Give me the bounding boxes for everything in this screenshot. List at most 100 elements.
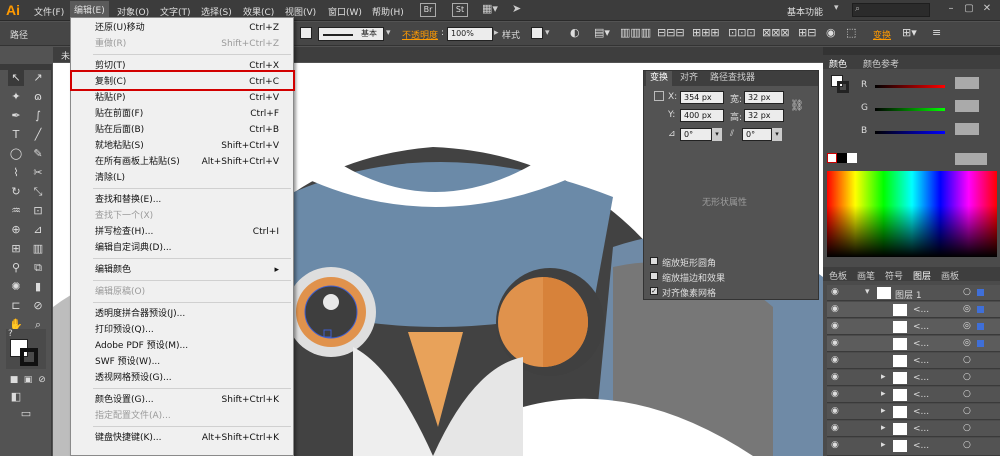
recolor-icon[interactable]: ◐ — [570, 26, 580, 39]
eye-icon[interactable]: ◉ — [831, 423, 839, 433]
chevron-right-icon[interactable]: ▸ — [881, 372, 886, 382]
opacity-input[interactable]: 100% — [447, 27, 493, 41]
mesh-tool-icon[interactable]: ⊞ — [8, 241, 24, 257]
b-value[interactable] — [955, 123, 979, 135]
menu-item-adobe-pdf-presets[interactable]: Adobe PDF 预设(M)... — [71, 338, 293, 354]
menu-item-edit-colors[interactable]: 编辑颜色 ▸ — [71, 262, 293, 278]
brush-tool-icon[interactable]: ⌇ — [8, 165, 24, 181]
eye-icon[interactable]: ◉ — [831, 321, 839, 331]
chevron-right-icon[interactable]: ▸ — [881, 440, 886, 450]
tab-color-guide[interactable]: 颜色参考 — [863, 57, 899, 70]
pixel-grid-checkbox[interactable]: ✓ — [650, 287, 658, 295]
chevron-down-icon[interactable]: ▾ — [712, 128, 722, 141]
opacity-label[interactable]: 不透明度 — [402, 28, 438, 41]
curvature-tool-icon[interactable]: ∫ — [30, 108, 46, 124]
search-input[interactable]: ⌕ — [852, 3, 930, 17]
gradient-tool-icon[interactable]: ▥ — [30, 241, 46, 257]
sublayer-name[interactable]: <... — [913, 373, 929, 383]
blend-tool-icon[interactable]: ⧉ — [30, 260, 46, 276]
edit-icon[interactable]: ⬚ — [846, 26, 856, 39]
minimize-icon[interactable]: – — [944, 3, 958, 17]
eye-icon[interactable]: ◉ — [831, 406, 839, 416]
menu-item-paste-on-all-artboards[interactable]: 在所有画板上粘贴(S) Alt+Shift+Ctrl+V — [71, 154, 293, 170]
none-mode-icon[interactable]: ⊘ — [34, 372, 50, 388]
h-input[interactable]: 32 px — [744, 109, 784, 122]
scale-strokes-checkbox[interactable] — [650, 272, 658, 280]
rotate-tool-icon[interactable]: ↻ — [8, 184, 24, 200]
menu-item-paste-in-back[interactable]: 贴在后面(B) Ctrl+B — [71, 122, 293, 138]
chevron-right-icon[interactable]: ▸ — [881, 389, 886, 399]
selection-indicator[interactable] — [977, 306, 984, 313]
arrange-icon[interactable]: ▦▾ — [482, 2, 498, 15]
menu-item-paste[interactable]: 粘贴(P) Ctrl+V — [71, 90, 293, 106]
stock-badge[interactable]: St — [452, 3, 468, 17]
direct-selection-tool-icon[interactable]: ↗ — [30, 70, 46, 86]
layer-row[interactable]: ◉ <... ◎ — [827, 302, 1000, 318]
menu-item-paste-in-place[interactable]: 就地粘贴(S) Shift+Ctrl+V — [71, 138, 293, 154]
distribute-icon[interactable]: ▥▥▥ — [620, 26, 651, 39]
target-icon[interactable]: ○ — [963, 423, 971, 433]
help-icon[interactable]: ? — [8, 329, 13, 339]
sublayer-name[interactable]: <... — [913, 356, 929, 366]
target-icon[interactable]: ○ — [963, 287, 971, 297]
menu-window[interactable]: 窗口(W) — [328, 5, 362, 18]
selection-indicator[interactable] — [977, 289, 984, 296]
align-left-icon[interactable]: ⊟⊟⊟ — [657, 26, 685, 39]
menu-item-swf-presets[interactable]: SWF 预设(W)... — [71, 354, 293, 370]
target-icon[interactable]: ○ — [963, 440, 971, 450]
menu-item-transparency-flattener-presets[interactable]: 透明度拼合器预设(J)... — [71, 306, 293, 322]
rotate-input[interactable]: 0° — [680, 128, 712, 141]
sublayer-name[interactable]: <... — [913, 424, 929, 434]
chevron-down-icon[interactable]: ▾ — [865, 287, 870, 297]
chevron-down-icon[interactable]: ▾ — [386, 28, 391, 38]
stroke-weight-field[interactable] — [300, 27, 312, 39]
lasso-tool-icon[interactable]: ɷ — [30, 89, 46, 105]
symbol-sprayer-tool-icon[interactable]: ✺ — [8, 279, 24, 295]
distribute-h-icon[interactable]: ⊠⊠⊠ — [762, 26, 790, 39]
eye-icon[interactable]: ◉ — [831, 304, 839, 314]
eye-icon[interactable]: ◉ — [831, 372, 839, 382]
menu-item-edit-custom-dictionary[interactable]: 编辑自定词典(D)... — [71, 240, 293, 256]
transform-link[interactable]: 变换 — [873, 28, 891, 41]
chevron-down-icon[interactable]: ▾ — [834, 3, 839, 13]
distribute-spacing-icon[interactable]: ⊡⊡⊡ — [728, 26, 756, 39]
chevron-down-icon[interactable]: ▾ — [772, 128, 782, 141]
white-swatch[interactable] — [847, 153, 857, 163]
tab-pathfinder[interactable]: 路径查找器 — [706, 71, 759, 86]
scale-tool-icon[interactable]: ⤡ — [30, 184, 46, 200]
chevron-right-icon[interactable]: ▸ — [494, 28, 499, 38]
menu-item-undo[interactable]: 还原(U)移动 Ctrl+Z — [71, 20, 293, 36]
ellipse-tool-icon[interactable]: ◯ — [8, 146, 24, 162]
shape-builder-tool-icon[interactable]: ⊕ — [8, 222, 24, 238]
menu-item-keyboard-shortcuts[interactable]: 键盘快捷键(K)... Alt+Shift+Ctrl+K — [71, 430, 293, 446]
chevron-right-icon[interactable]: ▸ — [881, 423, 886, 433]
tab-layers[interactable]: 图层 — [913, 269, 931, 282]
free-transform-tool-icon[interactable]: ⊡ — [30, 203, 46, 219]
maximize-icon[interactable]: ▢ — [962, 3, 976, 17]
eye-icon[interactable]: ◉ — [831, 338, 839, 348]
layer-row[interactable]: ◉ <... ◎ — [827, 319, 1000, 335]
workspace-switcher[interactable]: 基本功能 — [787, 5, 823, 18]
sublayer-name[interactable]: <... — [913, 390, 929, 400]
layer-row[interactable]: ◉ <... ○ — [827, 353, 1000, 369]
layer-row[interactable]: ◉ ▸ <... ○ — [827, 387, 1000, 403]
y-input[interactable]: 400 px — [680, 109, 724, 122]
black-swatch[interactable] — [837, 153, 847, 163]
layer-row[interactable]: ◉ ▸ <... ○ — [827, 404, 1000, 420]
style-swatch[interactable] — [531, 27, 543, 39]
menu-item-find-replace[interactable]: 查找和替换(E)... — [71, 192, 293, 208]
draw-mode-icon[interactable]: ◧ — [8, 389, 24, 405]
graph-tool-icon[interactable]: ▮ — [30, 279, 46, 295]
target-icon[interactable]: ○ — [963, 389, 971, 399]
eye-icon[interactable]: ◉ — [831, 287, 839, 297]
layer-row[interactable]: ◉ ▾ 图层 1 ○ — [827, 285, 1000, 301]
shear-input[interactable]: 0° — [742, 128, 772, 141]
close-icon[interactable]: ✕ — [980, 3, 994, 17]
eye-icon[interactable]: ◉ — [831, 440, 839, 450]
perspective-tool-icon[interactable]: ⊿ — [30, 222, 46, 238]
hex-value[interactable] — [955, 153, 987, 165]
pencil-tool-icon[interactable]: ✎ — [30, 146, 46, 162]
layer-row[interactable]: ◉ ▸ <... ○ — [827, 438, 1000, 456]
selection-indicator[interactable] — [977, 323, 984, 330]
layer-name[interactable]: 图层 1 — [895, 288, 922, 301]
